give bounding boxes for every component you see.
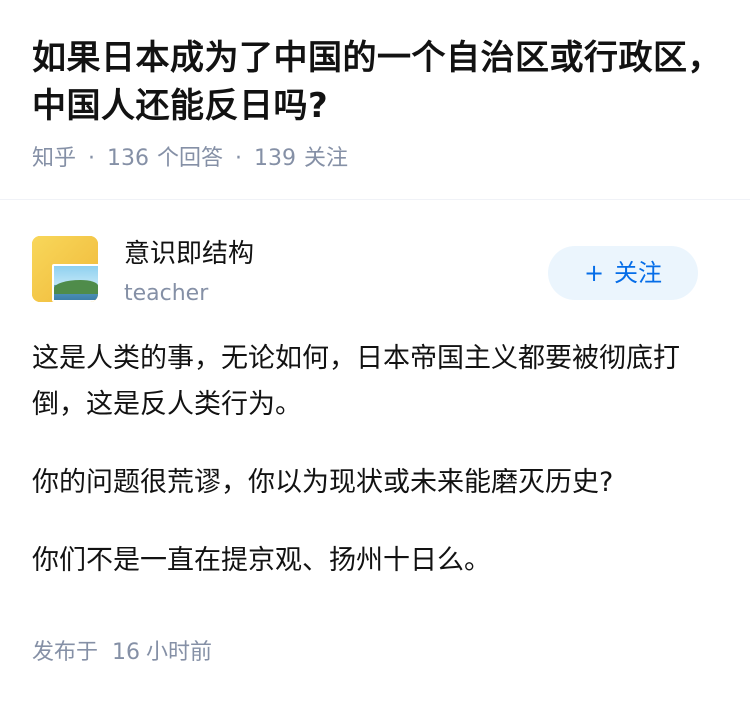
avatar-photo-icon — [52, 264, 98, 302]
answer-paragraph: 你们不是一直在提京观、扬州十日么。 — [32, 545, 491, 576]
question-title[interactable]: 如果日本成为了中国的一个自治区或行政区，中国人还能反日吗? — [32, 34, 722, 130]
author-bio: teacher — [124, 281, 209, 306]
followers-label[interactable]: 关注 — [304, 146, 348, 171]
avatar-hill — [54, 280, 98, 294]
question-header: 如果日本成为了中国的一个自治区或行政区，中国人还能反日吗? 知乎 · 136 个回答 ·… — [0, 0, 750, 200]
answer-paragraph: 这是人类的事，无论如何，日本帝国主义都要被彻底打倒，这是反人类行为。 — [32, 343, 680, 420]
author-name[interactable]: 意识即结构 — [124, 238, 254, 270]
publish-prefix: 发布于 — [32, 640, 99, 665]
plus-icon: + — [583, 259, 605, 287]
publish-time: 发布于 16 小时前 — [32, 638, 212, 668]
publish-unit: 小时前 — [146, 640, 213, 665]
meta-separator: · — [235, 146, 243, 171]
meta-separator: · — [88, 146, 96, 171]
answers-label[interactable]: 个回答 — [157, 146, 223, 171]
avatar[interactable] — [32, 236, 98, 302]
answer-content: 这是人类的事，无论如何，日本帝国主义都要被彻底打倒，这是反人类行为。 你的问题很… — [32, 336, 718, 616]
follow-button-label: 关注 — [614, 259, 663, 287]
answers-count[interactable]: 136 — [107, 146, 149, 171]
question-meta: 知乎 · 136 个回答 · 139 关注 — [32, 144, 348, 174]
source-label[interactable]: 知乎 — [32, 146, 76, 171]
publish-value: 16 — [112, 640, 141, 665]
follow-button[interactable]: + 关注 — [548, 246, 698, 300]
answer-paragraph: 你的问题很荒谬，你以为现状或未来能磨灭历史? — [32, 467, 614, 498]
followers-count[interactable]: 139 — [254, 146, 296, 171]
answer-card: 意识即结构 teacher + 关注 这是人类的事，无论如何，日本帝国主义都要被… — [0, 200, 750, 706]
